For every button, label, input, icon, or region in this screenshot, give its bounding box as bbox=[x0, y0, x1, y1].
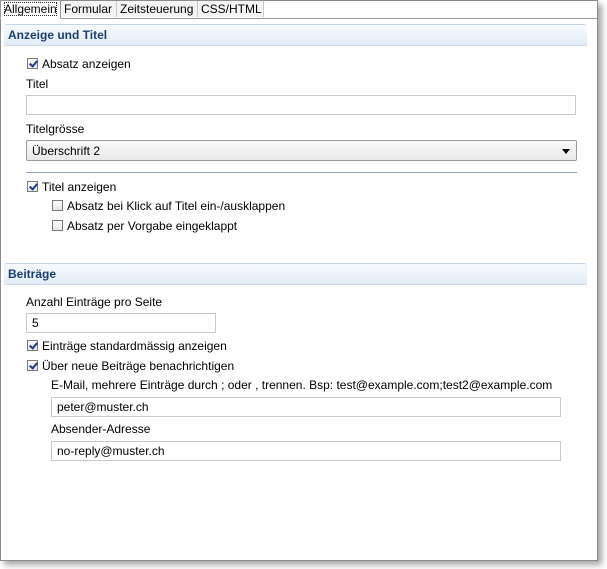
title-size-select[interactable]: Überschrift 2 bbox=[26, 140, 577, 161]
tab-zeitsteuerung[interactable]: Zeitsteuerung bbox=[117, 1, 198, 17]
collapse-on-click-label: Absatz bei Klick auf Titel ein-/ausklapp… bbox=[67, 199, 286, 213]
title-input[interactable] bbox=[26, 95, 576, 115]
section-header-display: Anzeige und Titel bbox=[4, 24, 587, 46]
notify-checkbox[interactable] bbox=[27, 360, 38, 371]
per-page-label: Anzahl Einträge pro Seite bbox=[26, 295, 163, 309]
per-page-input[interactable] bbox=[26, 313, 216, 333]
chevron-down-icon bbox=[562, 149, 570, 154]
title-size-value: Überschrift 2 bbox=[32, 144, 101, 158]
tab-bar: Allgemein Formular Zeitsteuerung CSS/HTM… bbox=[0, 0, 597, 19]
section-title-posts: Beiträge bbox=[8, 267, 57, 281]
collapse-on-click-checkbox[interactable] bbox=[52, 200, 63, 211]
tab-formular[interactable]: Formular bbox=[61, 1, 117, 17]
section-header-posts: Beiträge bbox=[4, 263, 587, 285]
tab-allgemein[interactable]: Allgemein bbox=[0, 0, 61, 19]
sender-label: Absender-Adresse bbox=[51, 422, 151, 436]
tab-css-html[interactable]: CSS/HTML bbox=[198, 1, 264, 17]
title-size-label: Titelgrösse bbox=[26, 122, 85, 136]
notify-label: Über neue Beiträge benachrichtigen bbox=[42, 359, 235, 373]
sender-input[interactable] bbox=[51, 441, 561, 461]
collapsed-default-label: Absatz per Vorgabe eingeklappt bbox=[67, 219, 238, 233]
title-label: Titel bbox=[26, 77, 49, 91]
separator bbox=[26, 172, 577, 173]
section-title-display: Anzeige und Titel bbox=[8, 28, 108, 42]
show-paragraph-label: Absatz anzeigen bbox=[42, 57, 131, 71]
show-default-checkbox[interactable] bbox=[27, 340, 38, 351]
show-title-checkbox[interactable] bbox=[27, 181, 38, 192]
show-title-label: Titel anzeigen bbox=[42, 180, 117, 194]
show-default-label: Einträge standardmässig anzeigen bbox=[42, 339, 227, 353]
collapsed-default-checkbox[interactable] bbox=[52, 220, 63, 231]
email-label: E-Mail, mehrere Einträge durch ; oder , … bbox=[51, 378, 553, 392]
email-input[interactable] bbox=[51, 397, 561, 417]
show-paragraph-checkbox[interactable] bbox=[27, 58, 38, 69]
